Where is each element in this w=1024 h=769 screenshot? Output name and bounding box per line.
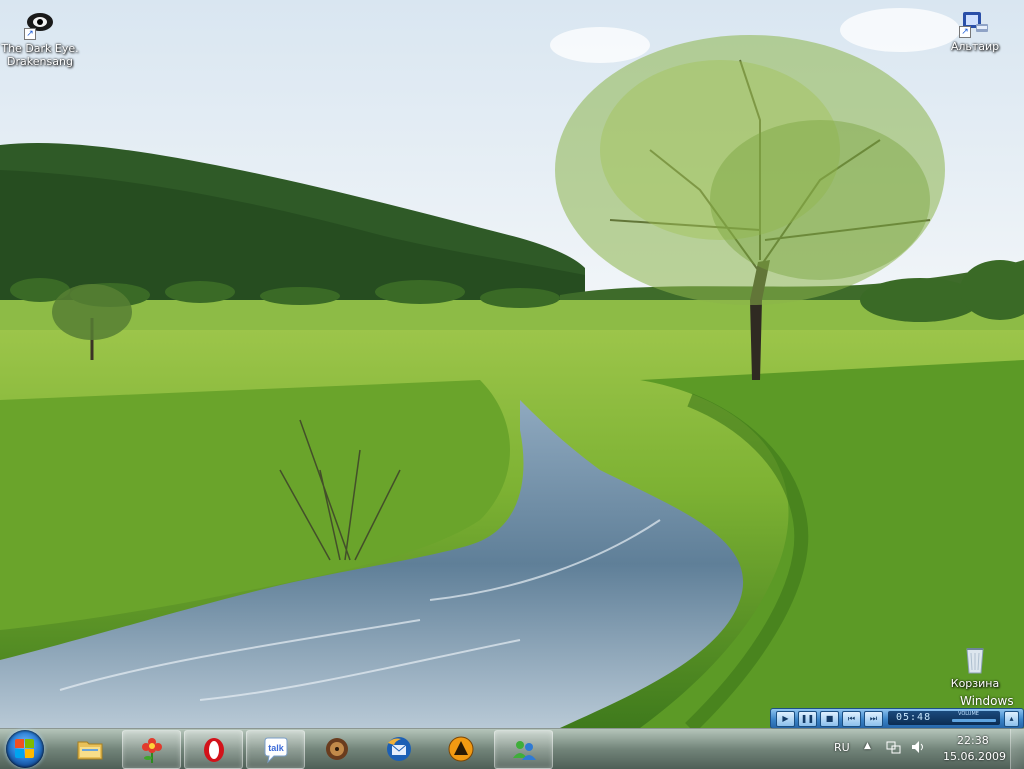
clock-date[interactable]: 15.06.2009 (943, 750, 1006, 763)
taskbar-opera[interactable] (184, 730, 243, 769)
taskbar-explorer[interactable] (61, 730, 118, 767)
opera-icon (203, 737, 224, 762)
previous-button[interactable]: ⏮ (842, 711, 861, 727)
taskbar-thunderbird[interactable] (370, 730, 427, 767)
folder-icon (77, 741, 102, 759)
volume-slider[interactable] (952, 719, 996, 722)
taskbar-film-app[interactable] (308, 730, 365, 767)
network-icon[interactable] (886, 739, 902, 758)
thunderbird-icon (386, 736, 411, 761)
chevron-up-icon: ▲ (864, 741, 871, 751)
film-reel-icon (325, 737, 348, 760)
recycle-bin-icon (959, 643, 991, 675)
taskbar-messenger[interactable] (494, 730, 553, 769)
talk-icon: talk (264, 737, 287, 763)
language-indicator[interactable]: RU (834, 741, 850, 754)
taskbar-aimp[interactable] (432, 730, 489, 767)
stop-icon: ■ (825, 714, 834, 723)
next-button[interactable]: ⏭ (864, 711, 883, 727)
desktop-icon-altair[interactable]: ↗ Альтаир (935, 6, 1015, 53)
clock-time[interactable]: 22:38 (957, 734, 989, 747)
desktop-icon-recycle-bin[interactable]: Корзина (935, 643, 1015, 690)
media-display: 05:48 VOLUME (888, 711, 1000, 725)
desktop-icon-dark-eye[interactable]: ↗ The Dark Eye. Drakensang (0, 8, 80, 68)
media-player-toolbar: ▶ ❚❚ ■ ⏮ ⏭ 05:48 VOLUME ▴ (770, 708, 1024, 729)
stop-button[interactable]: ■ (820, 711, 839, 727)
messenger-icon (512, 740, 536, 760)
volume-icon[interactable] (910, 739, 926, 758)
volume-label: VOLUME (958, 711, 979, 717)
play-button[interactable]: ▶ (776, 711, 795, 727)
flower-icon (141, 737, 162, 763)
windows-logo-icon (15, 739, 35, 759)
show-desktop-button[interactable] (1010, 729, 1024, 769)
taskbar: talk RU ▲ 22:38 15.06.2009 (0, 728, 1024, 769)
desktop-icon-label: The Dark Eye. Drakensang (1, 42, 79, 68)
pause-icon: ❚❚ (800, 714, 815, 723)
pause-button[interactable]: ❚❚ (798, 711, 817, 727)
desktop-wallpaper (0, 0, 1024, 728)
expand-icon: ▴ (1009, 714, 1014, 723)
altair-program-icon: ↗ (959, 6, 991, 38)
start-button[interactable] (6, 730, 44, 768)
desktop-icon-label: Альтаир (950, 40, 1000, 53)
expand-player-button[interactable]: ▴ (1004, 711, 1019, 727)
play-icon: ▶ (782, 714, 789, 723)
previous-icon: ⏮ (847, 714, 856, 723)
show-hidden-icons-button[interactable]: ▲ (864, 741, 871, 751)
dark-eye-game-icon: ↗ (24, 8, 56, 40)
shortcut-arrow-icon: ↗ (959, 26, 971, 38)
taskbar-flower-app[interactable] (122, 730, 181, 769)
next-icon: ⏭ (869, 714, 878, 723)
taskbar-google-talk[interactable]: talk (246, 730, 305, 769)
aimp-icon (448, 736, 473, 761)
svg-text:talk: talk (268, 743, 285, 753)
track-time: 05:48 (896, 712, 932, 723)
desktop-icon-label: Корзина (950, 677, 1000, 690)
shortcut-arrow-icon: ↗ (24, 28, 36, 40)
